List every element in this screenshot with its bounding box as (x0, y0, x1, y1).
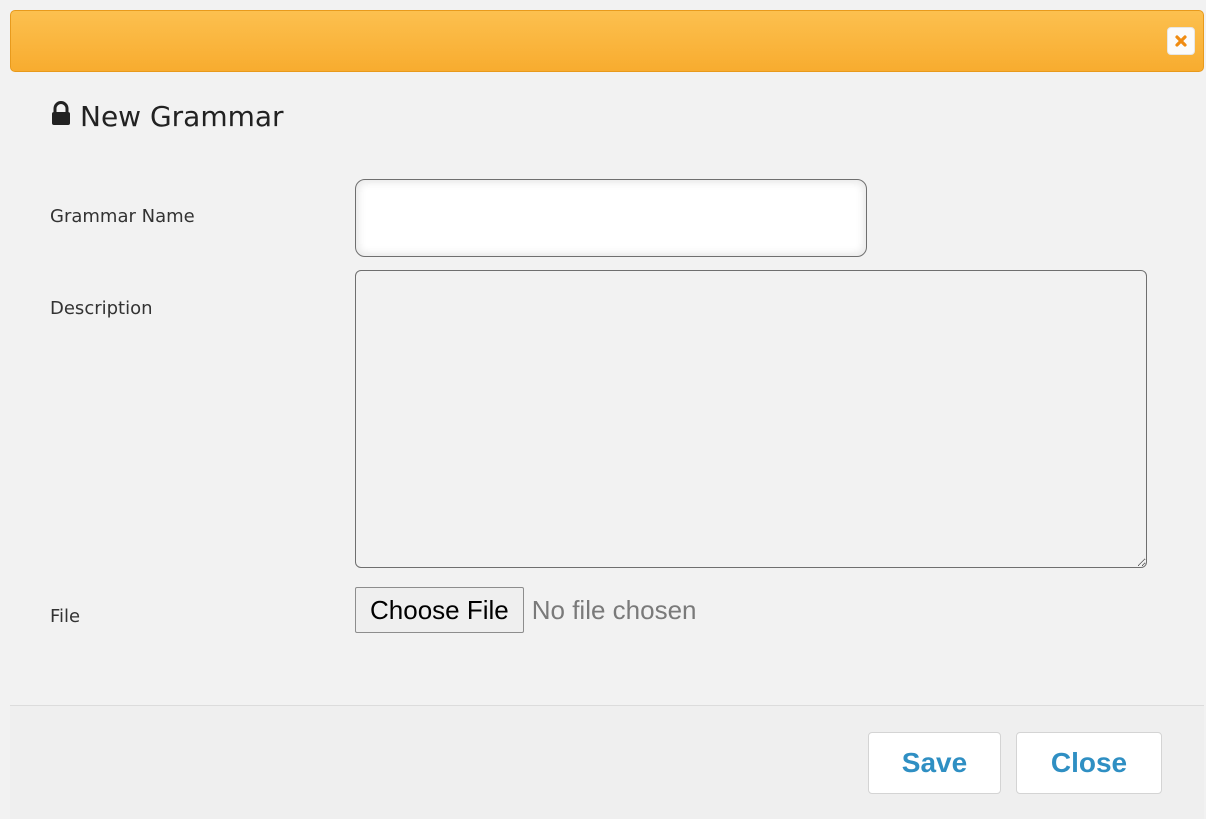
save-button[interactable]: Save (868, 732, 1001, 794)
close-icon (1174, 34, 1188, 48)
choose-file-button[interactable]: Choose File (355, 587, 524, 633)
new-grammar-dialog: New Grammar Grammar Name Description Fil… (0, 0, 1206, 819)
dialog-close-x-button[interactable] (1167, 27, 1195, 55)
file-status-text: No file chosen (531, 594, 697, 625)
description-label: Description (50, 298, 153, 319)
dialog-heading: New Grammar (50, 96, 284, 136)
lock-icon (50, 100, 72, 132)
file-label: File (50, 606, 81, 627)
grammar-name-input[interactable] (355, 179, 867, 257)
description-textarea[interactable] (355, 270, 1147, 568)
file-picker: Choose File No file chosen (355, 587, 697, 633)
dialog-title: New Grammar (80, 99, 284, 133)
dialog-titlebar (10, 10, 1204, 72)
grammar-name-label: Grammar Name (50, 206, 195, 227)
close-button[interactable]: Close (1016, 732, 1162, 794)
